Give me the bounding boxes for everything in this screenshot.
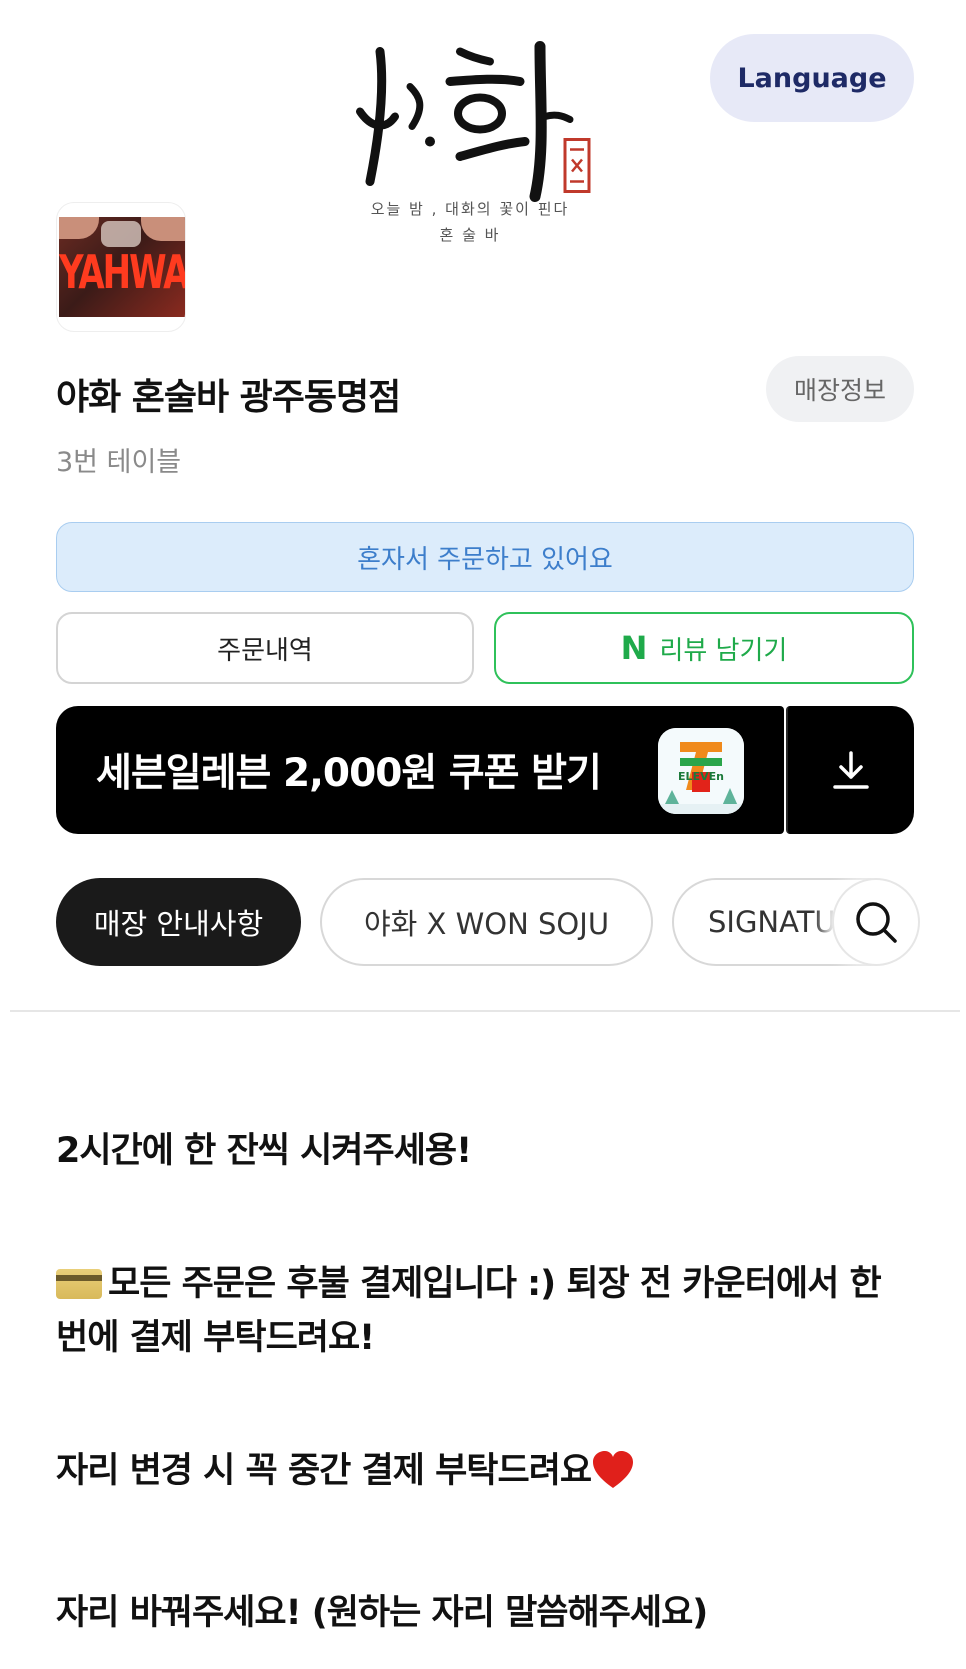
- heart-icon: [593, 1451, 634, 1488]
- store-info-button[interactable]: 매장정보: [766, 356, 914, 422]
- review-label: 리뷰 남기기: [659, 635, 788, 666]
- coupon-download-button[interactable]: [786, 706, 914, 834]
- store-thumbnail-image: YAHWA: [59, 217, 185, 317]
- order-history-button[interactable]: 주문내역: [56, 612, 474, 684]
- credit-card-icon: [56, 1269, 102, 1299]
- download-icon: [833, 751, 869, 789]
- category-tab-won-soju[interactable]: 야화 X WON SOJU: [320, 878, 653, 966]
- logo-subtitle-line-1: 오늘 밤 , 대화의 꽃이 핀다: [370, 200, 570, 218]
- notice-item: 모든 주문은 후불 결제입니다 :) 퇴장 전 카운터에서 한 번에 결제 부탁…: [56, 1257, 916, 1365]
- naver-icon: N: [620, 629, 648, 667]
- seven-eleven-logo-icon: ELEVEn: [658, 728, 744, 814]
- notice-item: 2시간에 한 잔씩 시켜주세용!: [56, 1124, 916, 1178]
- notice-text: 모든 주문은 후불 결제입니다 :) 퇴장 전 카운터에서 한 번에 결제 부탁…: [56, 1264, 882, 1358]
- category-tab-store-notice[interactable]: 매장 안내사항: [56, 878, 301, 966]
- table-number: 3번 테이블: [56, 447, 182, 478]
- store-thumbnail: YAHWA: [56, 202, 186, 332]
- category-tab-label: 야화 X WON SOJU: [363, 907, 610, 941]
- logo-subtitle-line-2: 혼 술 바: [439, 226, 501, 244]
- thumbnail-text: YAHWA: [59, 246, 185, 300]
- thumbnail-hand-left: [59, 217, 99, 239]
- seven-eleven-logo-text: ELEVEn: [678, 770, 724, 783]
- notice-text: 자리 바꿔주세요! (원하는 자리 말씀해주세요): [56, 1593, 708, 1633]
- coupon-text: 세븐일레븐 2,000원 쿠폰 받기: [96, 751, 602, 796]
- order-status-text: 혼자서 주문하고 있어요: [357, 544, 613, 575]
- review-button[interactable]: N 리뷰 남기기: [494, 612, 914, 684]
- store-name: 야화 혼술바 광주동명점: [56, 377, 401, 418]
- notice-item: 자리 변경 시 꼭 중간 결제 부탁드려요: [56, 1444, 916, 1498]
- search-icon: [856, 902, 897, 943]
- menu-search-button[interactable]: [832, 878, 920, 966]
- logo-subtitle: 오늘 밤 , 대화의 꽃이 핀다 혼 술 바: [340, 196, 600, 248]
- order-status-banner: 혼자서 주문하고 있어요: [56, 522, 914, 592]
- thumbnail-hand-right: [141, 217, 185, 241]
- thumbnail-glass: [101, 221, 141, 247]
- notice-item: 자리 바꿔주세요! (원하는 자리 말씀해주세요): [56, 1586, 916, 1640]
- section-divider: [10, 1010, 960, 1012]
- notice-text: 자리 변경 시 꼭 중간 결제 부탁드려요: [56, 1451, 592, 1491]
- category-tab-label: 매장 안내사항: [93, 907, 264, 941]
- language-button[interactable]: Language: [710, 34, 914, 122]
- order-history-label: 주문내역: [217, 635, 313, 666]
- coupon-banner[interactable]: 세븐일레븐 2,000원 쿠폰 받기 ELEVEn: [56, 706, 784, 834]
- notice-text: 2시간에 한 잔씩 시켜주세용!: [56, 1131, 472, 1171]
